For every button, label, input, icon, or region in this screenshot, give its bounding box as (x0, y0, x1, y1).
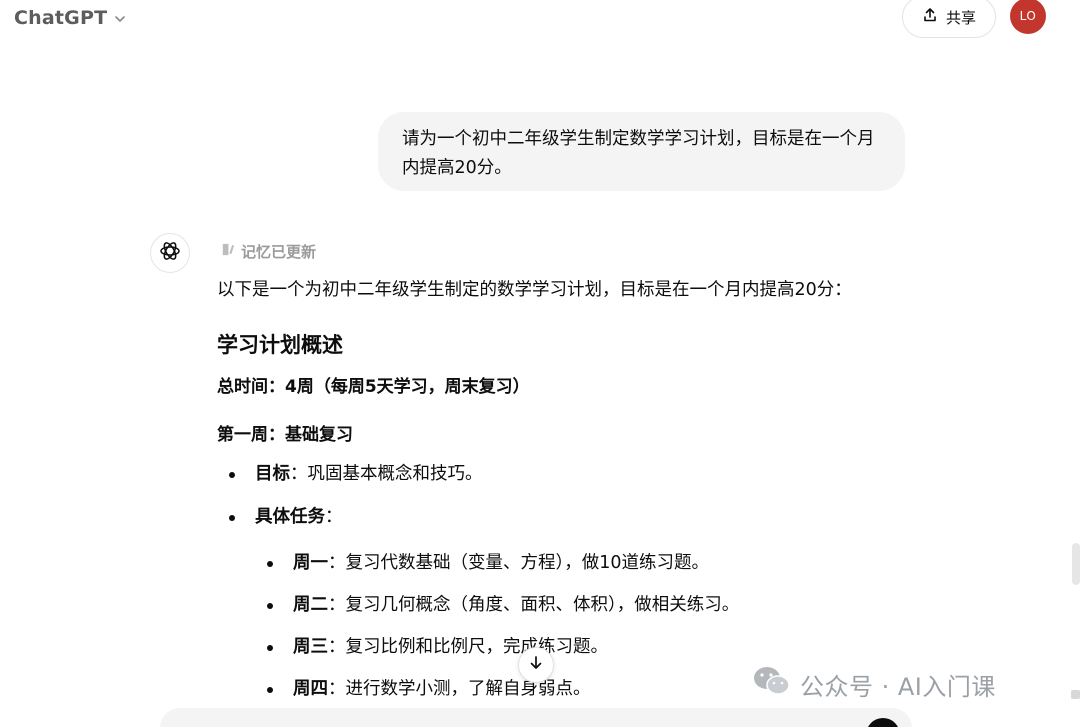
goal-text: ：巩固基本概念和技巧。 (290, 464, 483, 484)
wechat-icon (752, 664, 792, 704)
share-label: 共享 (945, 8, 976, 27)
message-composer[interactable] (160, 708, 912, 727)
list-item: 周二：复习几何概念（角度、面积、体积），做相关练习。 (255, 591, 917, 619)
assistant-avatar (150, 233, 190, 273)
user-message-bubble: 请为一个初中二年级学生制定数学学习计划，目标是在一个月内提高20分。 (378, 112, 905, 191)
scrollbar-corner (1071, 690, 1080, 699)
tasks-suffix: ： (325, 507, 343, 527)
day-label: 周一 (293, 553, 328, 573)
day-text: ：复习代数基础（变量、方程），做10道练习题。 (328, 553, 710, 573)
openai-logo-icon (158, 239, 182, 267)
assistant-intro: 以下是一个为初中二年级学生制定的数学学习计划，目标是在一个月内提高20分： (217, 280, 852, 300)
user-avatar[interactable]: LO (1010, 0, 1046, 34)
model-selector[interactable]: ChatGPT (14, 4, 127, 32)
list-item: 目标：巩固基本概念和技巧。 (217, 460, 917, 488)
overview-heading: 学习计划概述 (217, 333, 343, 357)
goal-label: 目标 (255, 464, 290, 484)
arrow-down-icon (527, 654, 545, 676)
scrollbar-thumb[interactable] (1072, 543, 1080, 585)
list-item: 周三：复习比例和比例尺，完成练习题。 (255, 633, 917, 661)
day-label: 周三 (293, 637, 328, 657)
assistant-message: 以下是一个为初中二年级学生制定的数学学习计划，目标是在一个月内提高20分： 学习… (217, 276, 917, 703)
tasks-label: 具体任务 (255, 507, 325, 527)
list-item: 周一：复习代数基础（变量、方程），做10道练习题。 (255, 549, 917, 577)
memory-updated-indicator[interactable]: 记忆已更新 (220, 239, 316, 263)
share-button[interactable]: 共享 (902, 0, 996, 38)
week1-heading: 第一周：基础复习 (217, 425, 353, 445)
chevron-down-icon (113, 11, 127, 25)
share-icon (922, 7, 938, 27)
scroll-to-bottom-button[interactable] (518, 647, 554, 683)
day-label: 周二 (293, 595, 328, 615)
day-text: ：复习比例和比例尺，完成练习题。 (328, 637, 608, 657)
total-time: 总时间：4周（每周5天学习，周末复习） (217, 377, 530, 397)
watermark: 公众号 · AI入门课 (752, 664, 996, 704)
memory-label: 记忆已更新 (241, 242, 317, 261)
day-text: ：进行数学小测，了解自身弱点。 (328, 679, 591, 699)
day-text: ：复习几何概念（角度、面积、体积），做相关练习。 (328, 595, 740, 615)
day-label: 周四 (293, 679, 328, 699)
memory-edit-icon (220, 242, 235, 261)
watermark-text: 公众号 · AI入门课 (800, 672, 996, 701)
app-title: ChatGPT (14, 7, 108, 29)
